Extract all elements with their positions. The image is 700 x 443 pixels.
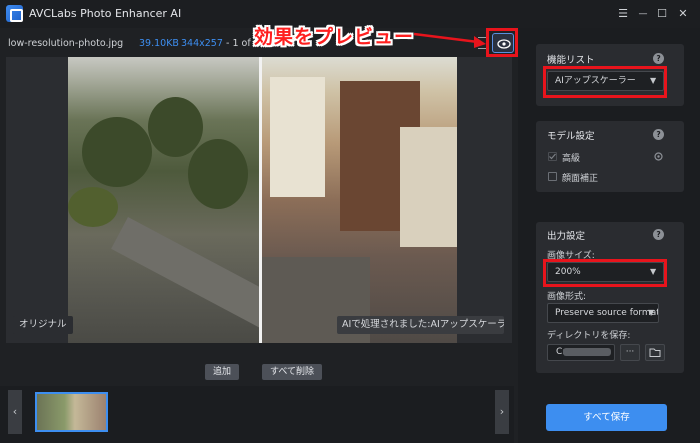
original-label: オリジナル [13,316,73,334]
app-logo-icon [6,5,23,22]
folder-icon [649,348,661,357]
original-image [68,57,305,343]
close-icon[interactable]: ✕ [674,5,692,23]
photo-detail [188,139,248,209]
image-format-value: Preserve source format [555,308,659,318]
image-format-select[interactable]: Preserve source format [547,303,659,323]
minimize-icon[interactable]: — [634,5,652,23]
app-title: AVCLabs Photo Enhancer AI [29,7,182,20]
annotation-highlight-eye [486,28,518,57]
help-icon[interactable]: ? [653,53,664,64]
photo-detail [148,97,203,157]
chevron-left-icon[interactable]: ‹ [8,390,22,434]
more-button[interactable]: ··· [620,344,640,361]
file-name: low-resolution-photo.jpg [8,38,124,49]
face-correction-label: 顔面補正 [562,174,599,184]
gear-icon[interactable] [653,151,664,162]
delete-all-button[interactable]: すべて削除 [262,364,323,380]
enhanced-image [260,57,457,343]
save-all-button[interactable]: すべて保存 [546,404,667,431]
chevron-down-icon: ▼ [648,308,655,317]
image-format-label: 画像形式: [547,292,587,302]
high-quality-label: 高級 [562,154,581,164]
annotation-text: 効果をプレビュー [254,26,415,48]
processed-label: AIで処理されました:AIアップスケーラー [337,316,504,334]
compare-divider[interactable] [259,57,262,343]
face-correction-checkbox[interactable] [548,172,557,181]
add-button[interactable]: 追加 [205,364,240,380]
file-size: 39.10KB [139,38,179,49]
check-icon [549,153,556,160]
directory-path-redacted [563,348,611,356]
help-icon[interactable]: ? [653,229,664,240]
preview-photo [68,57,457,343]
annotation-highlight-size [543,259,667,287]
folder-button[interactable] [645,344,665,361]
maximize-icon[interactable]: ☐ [653,5,671,23]
file-dimensions: 344x257 [181,38,223,49]
thumbnail-item[interactable] [35,392,108,432]
photo-detail [400,127,457,247]
photo-detail [68,187,118,227]
photo-detail [270,77,325,197]
output-settings-title: 出力設定 [547,231,586,242]
directory-label: ディレクトリを保存: [547,331,631,341]
model-settings-title: モデル設定 [547,131,595,142]
feature-list-title: 機能リスト [547,55,595,66]
help-icon[interactable]: ? [653,129,664,140]
chevron-right-icon[interactable]: › [495,390,509,434]
menu-icon[interactable]: ☰ [614,5,632,23]
annotation-highlight-feature [543,66,667,98]
photo-detail [82,117,152,187]
high-quality-checkbox[interactable] [548,152,557,161]
